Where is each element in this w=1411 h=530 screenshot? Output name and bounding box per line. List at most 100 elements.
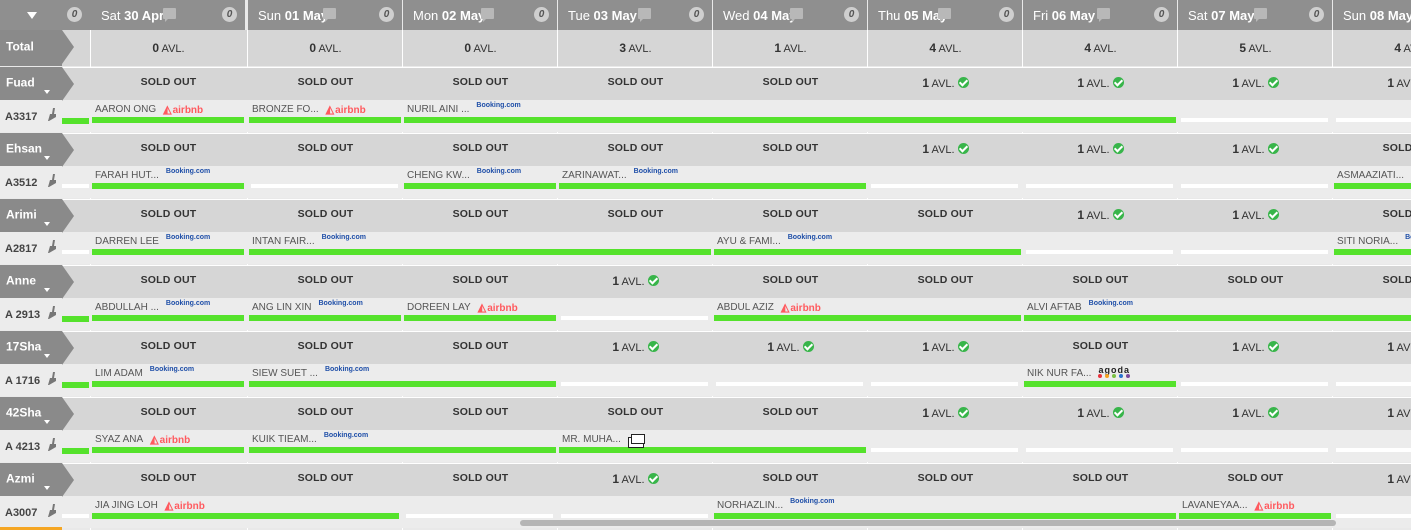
available-check-icon[interactable] — [1112, 407, 1124, 418]
booking-bar[interactable] — [1179, 513, 1331, 519]
booking-bar[interactable] — [249, 249, 711, 255]
day-header-weekday[interactable]: Tue — [568, 8, 590, 23]
sold-out-text[interactable]: SOLD OUT — [453, 274, 509, 286]
room-type-label[interactable]: Ehsan — [0, 133, 74, 167]
available-count[interactable]: 1 — [1387, 76, 1394, 90]
booking-guest-name[interactable]: KUIK TIEAM... — [252, 434, 317, 445]
room-row[interactable] — [0, 166, 1411, 198]
room-type-name[interactable]: Azmi — [6, 471, 35, 485]
availability-unit[interactable]: AVL. — [1397, 474, 1411, 486]
day-header-weekday[interactable]: Sun — [258, 8, 281, 23]
availability-cell[interactable]: SOLD OUT — [91, 274, 246, 286]
booking-bar[interactable] — [559, 447, 866, 453]
availability-cell[interactable]: SOLD OUT — [91, 76, 246, 88]
empty-slot-bar[interactable] — [871, 382, 1018, 386]
booking-bar[interactable] — [92, 381, 244, 387]
booking-guest-name[interactable]: AARON ONG — [95, 104, 156, 115]
availability-unit[interactable]: AVL. — [932, 342, 955, 354]
total-availability-count[interactable]: 0 — [309, 41, 316, 55]
availability-unit[interactable]: AVL. — [1242, 210, 1265, 222]
room-label[interactable]: A 4213 — [0, 430, 62, 462]
availability-cell[interactable]: SOLD OUT — [248, 472, 403, 484]
day-header-day[interactable]: 03 May — [594, 8, 637, 23]
availability-cell[interactable]: 1 AVL. — [868, 340, 1023, 354]
booking-com-logo[interactable]: Booking.com — [1405, 234, 1411, 241]
availability-cell[interactable]: 1 AVL. — [558, 274, 713, 288]
comment-icon[interactable] — [638, 8, 651, 22]
day-header[interactable]: Fri 06 May 0 — [1023, 0, 1177, 30]
availability-cell[interactable]: SOLD OUT — [403, 274, 558, 286]
airbnb-logo[interactable]: airbnb — [1255, 499, 1295, 512]
booking-bar[interactable] — [404, 183, 556, 189]
availability-cell[interactable]: 1 AVL. — [1178, 76, 1333, 90]
availability-cell[interactable]: SOLD OUT — [248, 142, 403, 154]
availability-unit[interactable]: AVL. — [932, 144, 955, 156]
booking-com-logo[interactable]: Booking.com — [318, 300, 362, 307]
availability-cell[interactable]: 1 AVL. — [1023, 142, 1178, 156]
availability-unit[interactable]: AVL. — [932, 408, 955, 420]
empty-slot-bar[interactable] — [1336, 118, 1411, 122]
availability-cell[interactable]: SOLD OUT — [1023, 472, 1178, 484]
empty-slot-bar[interactable] — [1181, 118, 1328, 122]
available-count[interactable]: 1 — [1387, 406, 1394, 420]
available-check-icon[interactable] — [1112, 209, 1124, 220]
sold-out-text[interactable]: SOLD OUT — [1073, 472, 1129, 484]
availability-cell[interactable]: SOLD OUT — [403, 208, 558, 220]
available-count[interactable]: 1 — [612, 274, 619, 288]
booking-bar[interactable] — [92, 315, 244, 321]
available-check-icon[interactable] — [1267, 77, 1279, 88]
available-count[interactable]: 1 — [922, 406, 929, 420]
day-header[interactable]: Wed 04 May 0 — [713, 0, 867, 30]
empty-slot-bar[interactable] — [1336, 514, 1411, 518]
booking-com-logo[interactable]: Booking.com — [150, 366, 194, 373]
cleaning-brush-icon[interactable] — [48, 438, 56, 451]
day-header[interactable]: Thu 05 May 0 — [868, 0, 1022, 30]
booking-guest-name[interactable]: SITI NORIA... — [1337, 236, 1398, 247]
sold-out-text[interactable]: SOLD OUT — [1073, 274, 1129, 286]
day-header[interactable]: Sat 07 May 0 — [1178, 0, 1332, 30]
sold-out-text[interactable]: SOLD OUT — [453, 406, 509, 418]
room-type-name[interactable]: Fuad — [6, 75, 35, 89]
comment-icon[interactable] — [790, 8, 803, 22]
available-check-icon[interactable] — [1267, 209, 1279, 220]
availability-cell[interactable]: SOLD OUT — [403, 76, 558, 88]
empty-slot-bar[interactable] — [716, 382, 863, 386]
availability-cell[interactable]: SOLD OUT — [713, 208, 868, 220]
day-header-day[interactable]: 07 May — [1211, 8, 1254, 23]
day-header-date[interactable]: Mon 02 May — [413, 8, 485, 23]
availability-cell[interactable]: 1 AVL. — [1333, 472, 1411, 486]
booking-bar[interactable] — [62, 448, 89, 454]
booking-guest-name[interactable]: ABDULLAH ... — [95, 302, 159, 313]
room-type-label[interactable]: Fuad — [0, 67, 74, 101]
room-label[interactable]: A3512 — [0, 166, 62, 198]
day-header-date[interactable]: Thu 05 May — [878, 8, 947, 23]
booking-bar[interactable] — [249, 447, 556, 453]
total-availability[interactable]: 5 AVL. — [1178, 41, 1333, 55]
available-count[interactable]: 1 — [1232, 208, 1239, 222]
booking-bar[interactable] — [559, 183, 866, 189]
day-header-date[interactable]: Sun 01 May — [258, 8, 328, 23]
availability-unit[interactable]: AVL. — [622, 342, 645, 354]
empty-slot-bar[interactable] — [561, 382, 708, 386]
day-header-day[interactable]: 02 May — [442, 8, 485, 23]
availability-unit[interactable]: AVL. — [1087, 78, 1110, 90]
total-availability-count[interactable]: 4 — [1084, 41, 1091, 55]
total-availability[interactable]: 4 AVL. — [1333, 41, 1411, 55]
total-label-text[interactable]: Total — [6, 40, 34, 54]
room-label[interactable]: A3007 — [0, 496, 62, 528]
room-type-name[interactable]: Arimi — [6, 207, 37, 221]
comment-count-badge[interactable]: 0 — [222, 7, 237, 22]
availability-cell[interactable]: SOLD OUT — [558, 208, 713, 220]
available-count[interactable]: 1 — [1077, 406, 1084, 420]
availability-unit[interactable]: AVL. — [1087, 210, 1110, 222]
booking-guest-name[interactable]: SIEW SUET ... — [252, 368, 318, 379]
availability-unit[interactable]: AVL. — [162, 43, 185, 55]
availability-cell[interactable]: SOLD OUT — [558, 142, 713, 154]
available-check-icon[interactable] — [1112, 143, 1124, 154]
available-check-icon[interactable] — [957, 341, 969, 352]
day-header-day[interactable]: 30 Apr — [124, 8, 164, 23]
availability-unit[interactable]: AVL. — [622, 276, 645, 288]
sold-out-text[interactable]: SOLD OUT — [763, 76, 819, 88]
dropdown-icon[interactable] — [44, 90, 50, 94]
availability-unit[interactable]: AVL. — [777, 342, 800, 354]
